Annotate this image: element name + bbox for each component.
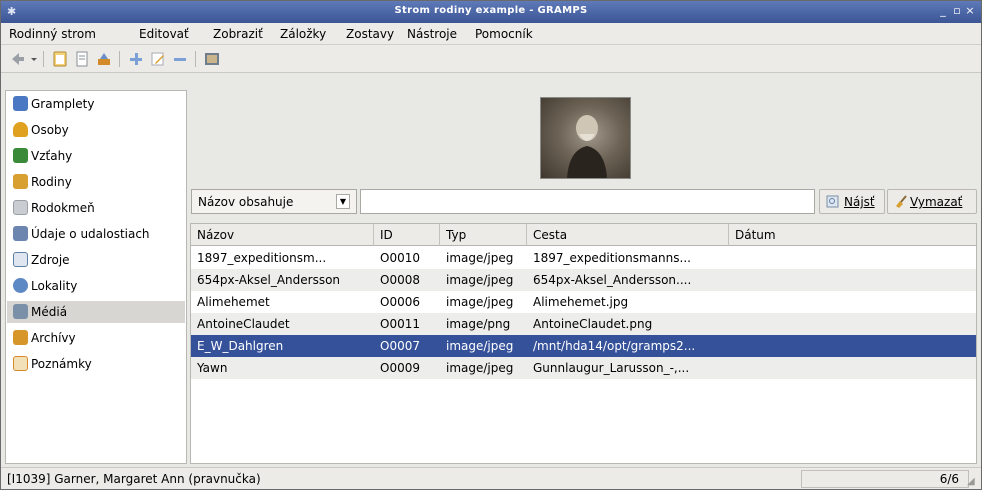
person-icon [13,122,28,137]
edit-icon[interactable] [149,50,167,68]
window-title: Strom rodiny example - GRAMPS [394,5,588,16]
sidebar-item-label: Gramplety [31,97,95,111]
sidebar-item-places[interactable]: Lokality [7,275,185,297]
chevron-down-icon[interactable] [29,50,39,68]
back-icon[interactable] [9,50,27,68]
repositories-icon [13,330,28,345]
sidebar-item-relationships[interactable]: Vzťahy [7,145,185,167]
portrait-photo [567,115,607,178]
filter-combo-value: Názov obsahuje [198,195,294,209]
notes-icon [13,356,28,371]
sidebar-item-sources[interactable]: Zdroje [7,249,185,271]
media-icon [13,304,28,319]
add-icon[interactable] [127,50,145,68]
sidebar-item-label: Poznámky [31,357,92,371]
table-row[interactable]: 654px-Aksel_Andersson O0008 image/jpeg 6… [191,269,976,291]
menu-bookmarks[interactable]: Záložky [280,27,326,41]
sidebar-item-events[interactable]: Údaje o udalostiach [7,223,185,245]
places-icon [13,278,28,293]
menu-edit[interactable]: Editovať [139,27,189,41]
sidebar-item-label: Lokality [31,279,78,293]
remove-icon[interactable] [171,50,189,68]
toolbar-separator [195,51,196,67]
find-button-label: Nájsť [844,195,875,209]
toolbar-separator [119,51,120,67]
sidebar-item-families[interactable]: Rodiny [7,171,185,193]
sidebar-item-label: Zdroje [31,253,70,267]
pedigree-icon [13,200,28,215]
maximize-button[interactable]: ▫ [951,4,963,17]
menu-view[interactable]: Zobraziť [213,27,263,41]
status-text: [I1039] Garner, Margaret Ann (pravnučka) [7,472,261,486]
sidebar-item-label: Rodiny [31,175,72,189]
gramps-window: ✱ Strom rodiny example - GRAMPS _ ▫ × Ro… [0,0,982,490]
column-header-type[interactable]: Typ [440,224,527,246]
sources-icon [13,252,28,267]
navigator-sidebar: Gramplety Osoby Vzťahy Rodiny Rodokmeň Ú… [5,90,187,464]
sidebar-item-notes[interactable]: Poznámky [7,353,185,375]
media-preview-image [540,97,631,179]
sidebar-item-repositories[interactable]: Archívy [7,327,185,349]
status-bar: [I1039] Garner, Margaret Ann (pravnučka)… [1,467,981,489]
find-icon [826,195,839,208]
menu-reports[interactable]: Zostavy [346,27,394,41]
table-row[interactable]: AntoineClaudet O0011 image/png AntoineCl… [191,313,976,335]
sidebar-item-pedigree[interactable]: Rodokmeň [7,197,185,219]
column-header-date[interactable]: Dátum [729,224,976,246]
filter-combo[interactable]: Názov obsahuje ▼ [191,189,357,214]
family-icon [13,174,28,189]
sidebar-item-label: Archívy [31,331,76,345]
sidebar-item-label: Osoby [31,123,69,137]
column-header-id[interactable]: ID [374,224,440,246]
media-table: Názov ID Typ Cesta Dátum 1897_expedition… [190,223,977,464]
search-input[interactable] [360,189,815,214]
title-bar: ✱ Strom rodiny example - GRAMPS _ ▫ × [1,1,981,23]
relationships-icon [13,148,28,163]
clear-button-label: Vymazať [910,195,963,209]
table-row[interactable]: 1897_expeditionsm... O0010 image/jpeg 18… [191,247,976,269]
gramplets-icon [13,96,28,111]
media-manager-icon[interactable] [203,50,221,68]
sidebar-item-media[interactable]: Médiá [7,301,185,323]
close-button[interactable]: × [964,4,976,17]
clipboard-icon[interactable] [51,50,69,68]
document-icon[interactable] [73,50,91,68]
menu-bar: Rodinný strom Editovať Zobraziť Záložky … [1,23,981,45]
sidebar-item-label: Médiá [31,305,68,319]
sidebar-item-gramplets[interactable]: Gramplety [7,93,185,115]
menu-help[interactable]: Pomocník [475,27,533,41]
menu-tools[interactable]: Nástroje [407,27,457,41]
broom-icon [896,195,907,208]
events-icon [13,226,28,241]
find-button[interactable]: Nájsť [819,189,885,214]
clear-button[interactable]: Vymazať [887,189,977,214]
column-header-name[interactable]: Názov [191,224,374,246]
toolbar [1,45,981,73]
toolbar-separator [43,51,44,67]
sidebar-item-label: Údaje o udalostiach [31,227,150,241]
sidebar-item-label: Rodokmeň [31,201,95,215]
table-row-selected[interactable]: E_W_Dahlgren O0007 image/jpeg /mnt/hda14… [191,335,976,357]
column-header-path[interactable]: Cesta [527,224,729,246]
table-row[interactable]: Alimehemet O0006 image/jpeg Alimehemet.j… [191,291,976,313]
menu-family-tree[interactable]: Rodinný strom [9,27,96,41]
record-count: 6/6 [939,472,959,486]
minimize-button[interactable]: _ [937,4,949,17]
table-header: Názov ID Typ Cesta Dátum [191,224,976,246]
resize-grip-icon[interactable]: ◢ [967,476,979,488]
table-row[interactable]: Yawn O0009 image/jpeg Gunnlaugur_Larusso… [191,357,976,379]
chevron-down-icon[interactable]: ▼ [336,194,350,209]
sidebar-item-label: Vzťahy [31,149,73,163]
sidebar-item-people[interactable]: Osoby [7,119,185,141]
tools-icon[interactable] [95,50,113,68]
